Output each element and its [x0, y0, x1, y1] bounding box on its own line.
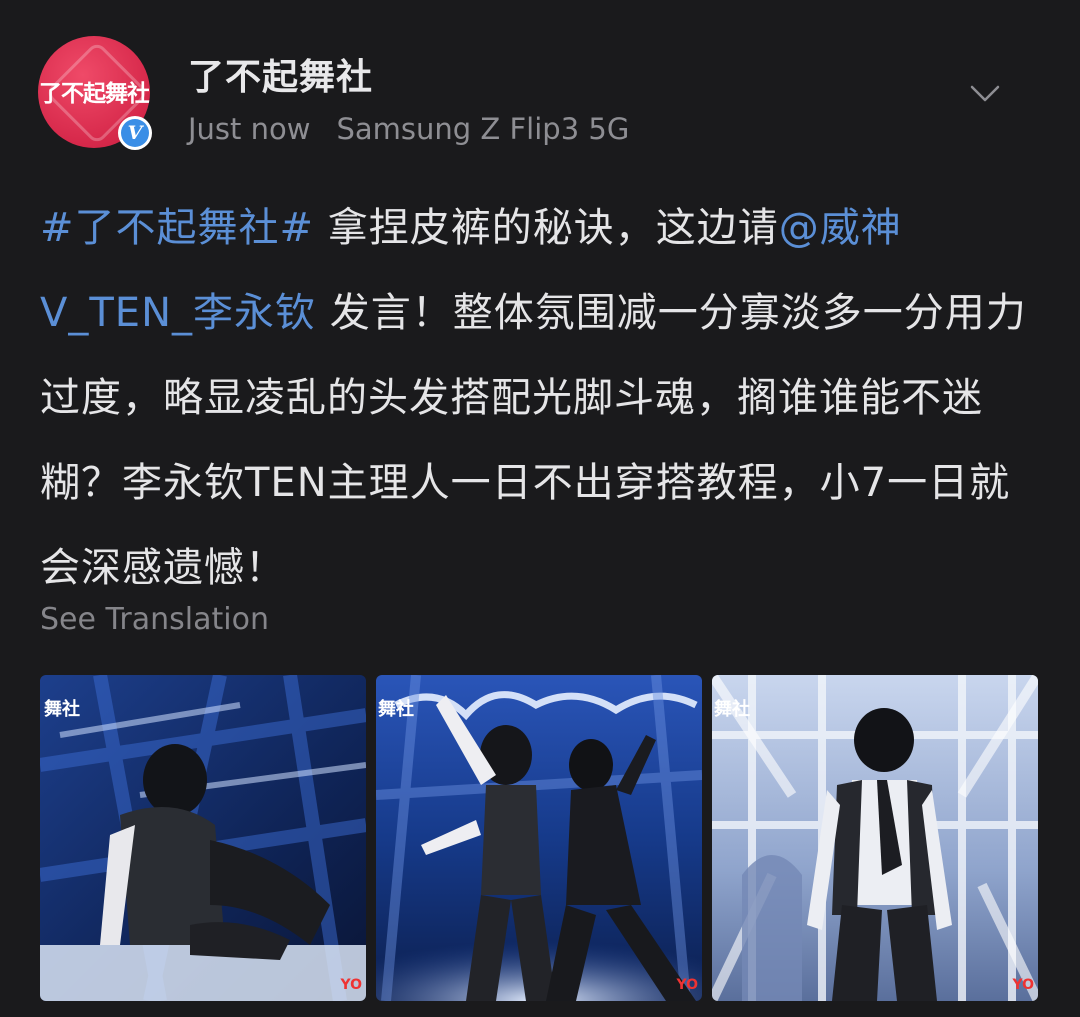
account-name[interactable]: 了不起舞社: [188, 48, 373, 100]
weibo-post: 了不起舞社 V 了不起舞社 Just now Samsung Z Flip3 5G…: [0, 0, 1080, 1017]
image-corner-label: YO: [1012, 977, 1034, 993]
post-image-1[interactable]: 舞社 YO: [40, 675, 366, 1001]
post-image-3-graphic: [712, 675, 1038, 1001]
image-watermark: 舞社: [44, 699, 80, 720]
see-translation-button[interactable]: See Translation: [40, 602, 269, 637]
post-image-3[interactable]: 舞社 YO: [712, 675, 1038, 1001]
chevron-down-icon[interactable]: [970, 78, 1000, 108]
verified-icon: V: [118, 116, 152, 150]
post-text-part1: 拿捏皮裤的秘诀，这边请: [314, 205, 779, 251]
image-watermark: 舞社: [714, 699, 750, 720]
post-image-2-graphic: [376, 675, 702, 1001]
post-meta: Just now Samsung Z Flip3 5G: [188, 112, 629, 146]
post-image-2[interactable]: 舞社 YO: [376, 675, 702, 1001]
image-watermark: 舞社: [378, 699, 414, 720]
post-image-1-graphic: [40, 675, 366, 1001]
post-time: Just now: [188, 112, 311, 146]
avatar-logo-text: 了不起舞社: [39, 81, 150, 107]
image-grid: 舞社 YO 舞社 YO 舞社 YO: [40, 675, 1040, 1001]
post-body: #了不起舞社# 拿捏皮裤的秘诀，这边请@威神V_TEN_李永钦 发言！整体氛围减…: [40, 186, 1040, 611]
post-header: 了不起舞社 V 了不起舞社 Just now Samsung Z Flip3 5G: [38, 36, 1042, 156]
image-corner-label: YO: [340, 977, 362, 993]
verified-badge-mark: V: [121, 119, 149, 147]
post-device: Samsung Z Flip3 5G: [336, 112, 630, 146]
image-corner-label: YO: [676, 977, 698, 993]
hashtag-link[interactable]: #了不起舞社#: [40, 205, 314, 251]
